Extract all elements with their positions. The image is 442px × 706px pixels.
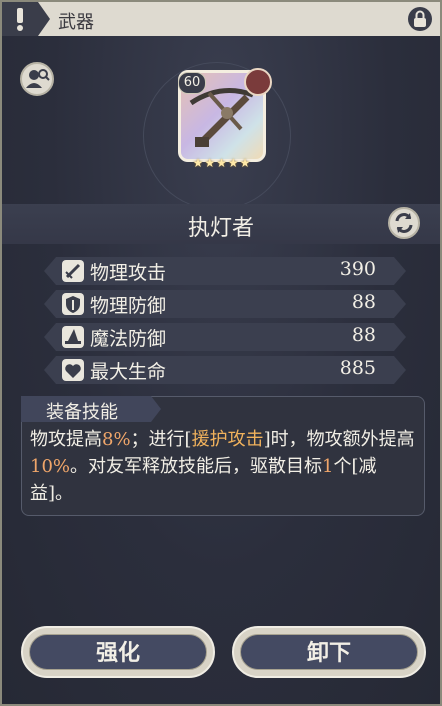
skill-text: ；进行[: [130, 429, 192, 450]
stat-row-physical-defense: 物理防御 88: [44, 290, 406, 318]
stat-row-max-hp: 最大生命 885: [44, 356, 406, 384]
sword-icon: [62, 260, 84, 282]
equipment-skill-description: 物攻提高8%；进行[援护攻击]时，物攻额外提高 10%。对友军释放技能后，驱散目标…: [30, 426, 418, 507]
skill-text: ]时，物攻额外提高: [263, 429, 415, 450]
stat-value: 390: [339, 258, 376, 280]
weapon-star-rating: ★★★★★: [192, 156, 252, 170]
stat-value: 88: [351, 291, 376, 313]
equipped-character-avatar[interactable]: [244, 68, 272, 96]
equipment-skill-title: 装备技能: [46, 402, 118, 423]
heart-icon: [62, 359, 84, 381]
skill-text: 物攻提高: [30, 429, 102, 450]
person-search-icon: [26, 69, 50, 88]
unequip-button-label: 卸下: [306, 640, 351, 666]
weapon-level-badge: 60: [178, 72, 206, 94]
weapon-panel: 武器 60 ★★★★★ 执灯者 物理攻击 390 物理防御 88 魔法防御 88…: [0, 0, 442, 706]
enhance-button[interactable]: 强化: [21, 626, 215, 678]
stat-label: 最大生命: [90, 361, 167, 383]
stat-label: 魔法防御: [90, 328, 167, 350]
witch-hat-icon: [62, 326, 84, 348]
stat-label: 物理防御: [90, 295, 167, 317]
unequip-button[interactable]: 卸下: [232, 626, 426, 678]
skill-value: 1: [322, 456, 334, 477]
skill-text: 。对友军释放技能后，驱散目标: [70, 456, 323, 477]
stat-label: 物理攻击: [90, 262, 167, 284]
skill-keyword: 援护攻击: [191, 429, 264, 450]
lock-button[interactable]: [408, 7, 432, 31]
skill-value: 8%: [102, 429, 131, 450]
shield-icon: [62, 293, 84, 315]
exclamation-icon: [17, 8, 23, 31]
character-search-button[interactable]: [20, 62, 54, 96]
weapon-name: 执灯者: [187, 216, 254, 241]
enhance-button-label: 强化: [95, 640, 140, 666]
stat-value: 88: [351, 324, 376, 346]
swap-icon: [395, 213, 413, 233]
title-bar: 武器: [2, 2, 440, 36]
stat-row-magic-defense: 魔法防御 88: [44, 323, 406, 351]
skill-value: 10%: [30, 456, 71, 477]
lock-icon: [414, 10, 426, 27]
alert-tab: [2, 2, 50, 36]
swap-weapon-button[interactable]: [388, 207, 420, 239]
stat-row-physical-attack: 物理攻击 390: [44, 257, 406, 285]
stat-value: 885: [339, 357, 376, 379]
page-title: 武器: [58, 12, 94, 33]
